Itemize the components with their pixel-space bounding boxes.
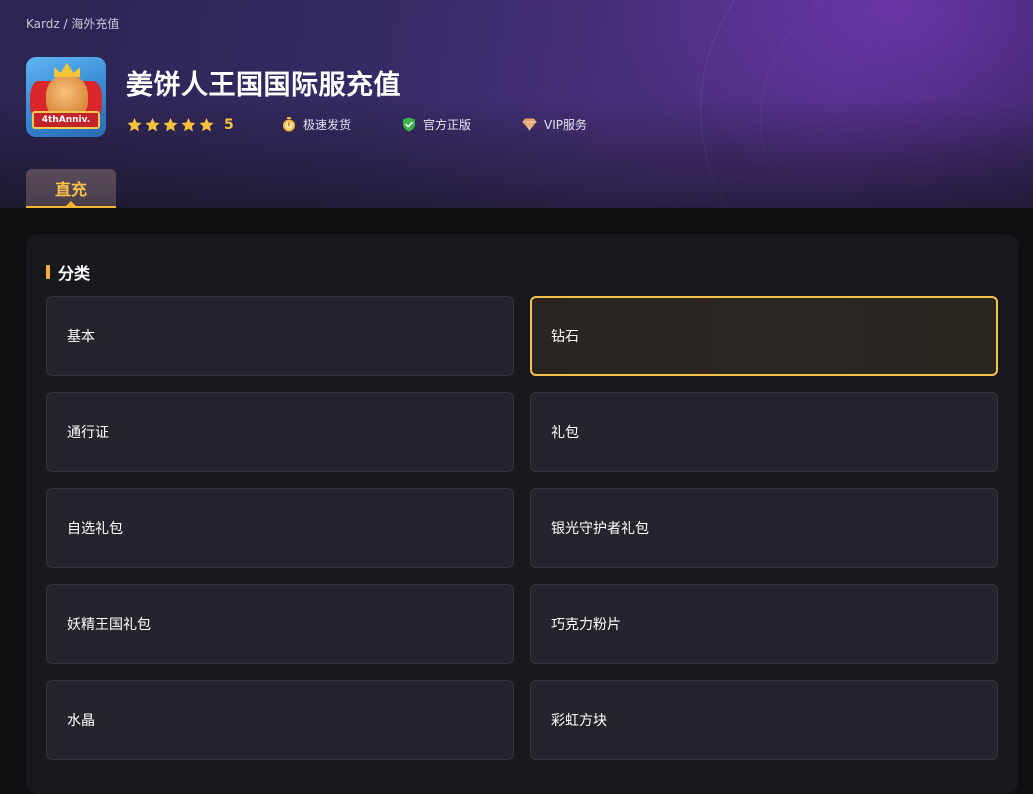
section-accent-bar [46, 265, 50, 279]
shield-check-icon [403, 117, 415, 132]
feature-fast-delivery: 极速发货 [282, 116, 351, 133]
feature-label: 官方正版 [423, 118, 472, 132]
category-grid: 基本 钻石 通行证 礼包 自选礼包 银光守护者礼包 妖精王国礼包 巧克力粉片 水… [46, 296, 998, 760]
category-label: 银光守护者礼包 [551, 521, 649, 537]
hero-header: Kardz / 海外充值 4thAnniv. 姜饼人王国国际服充值 5 极速发货… [0, 0, 1033, 208]
star-icon [145, 118, 160, 132]
rating: 5 [126, 116, 234, 134]
category-label: 钻石 [551, 329, 579, 345]
tab-label: 直充 [54, 179, 87, 199]
category-card-selected[interactable]: 钻石 [530, 296, 998, 376]
game-icon: 4thAnniv. [26, 57, 106, 137]
category-panel: 分类 基本 钻石 通行证 礼包 自选礼包 银光守护者礼包 妖精王国礼包 巧克力粉… [26, 234, 1018, 794]
rating-value: 5 [224, 117, 234, 133]
breadcrumb-root[interactable]: Kardz [26, 17, 60, 31]
feature-vip: VIP服务 [522, 116, 587, 133]
section-title: 分类 [58, 264, 91, 283]
stopwatch-icon [283, 117, 295, 132]
category-label: 通行证 [67, 425, 109, 441]
feature-official: 官方正版 [402, 116, 471, 133]
rating-stars [126, 117, 216, 133]
active-tab-indicator [66, 201, 76, 206]
category-card[interactable]: 彩虹方块 [530, 680, 998, 760]
category-card[interactable]: 通行证 [46, 392, 514, 472]
category-card[interactable]: 妖精王国礼包 [46, 584, 514, 664]
category-label: 水晶 [67, 713, 95, 729]
breadcrumb-separator: / [59, 17, 72, 31]
feature-label: VIP服务 [544, 118, 587, 132]
category-label: 自选礼包 [67, 521, 123, 537]
category-label: 妖精王国礼包 [67, 617, 151, 633]
diamond-icon [522, 118, 537, 131]
star-icon [127, 118, 142, 132]
category-label: 礼包 [551, 425, 579, 441]
crown-icon [54, 63, 80, 77]
decorative-arc [760, 0, 1033, 208]
breadcrumb-current[interactable]: 海外充值 [71, 17, 119, 31]
anniversary-banner: 4thAnniv. [32, 111, 100, 129]
category-card[interactable]: 礼包 [530, 392, 998, 472]
star-icon [163, 118, 178, 132]
category-card[interactable]: 水晶 [46, 680, 514, 760]
category-card[interactable]: 巧克力粉片 [530, 584, 998, 664]
category-card[interactable]: 银光守护者礼包 [530, 488, 998, 568]
category-label: 巧克力粉片 [551, 617, 621, 633]
breadcrumb: Kardz / 海外充值 [26, 15, 119, 32]
category-label: 彩虹方块 [551, 713, 607, 729]
star-icon [181, 118, 196, 132]
tab-direct-topup[interactable]: 直充 [26, 169, 116, 208]
section-header: 分类 [46, 260, 90, 284]
category-card[interactable]: 基本 [46, 296, 514, 376]
category-label: 基本 [67, 329, 95, 345]
page-title: 姜饼人王国国际服充值 [126, 70, 401, 101]
feature-label: 极速发货 [303, 118, 352, 132]
star-icon [199, 118, 214, 132]
category-card[interactable]: 自选礼包 [46, 488, 514, 568]
